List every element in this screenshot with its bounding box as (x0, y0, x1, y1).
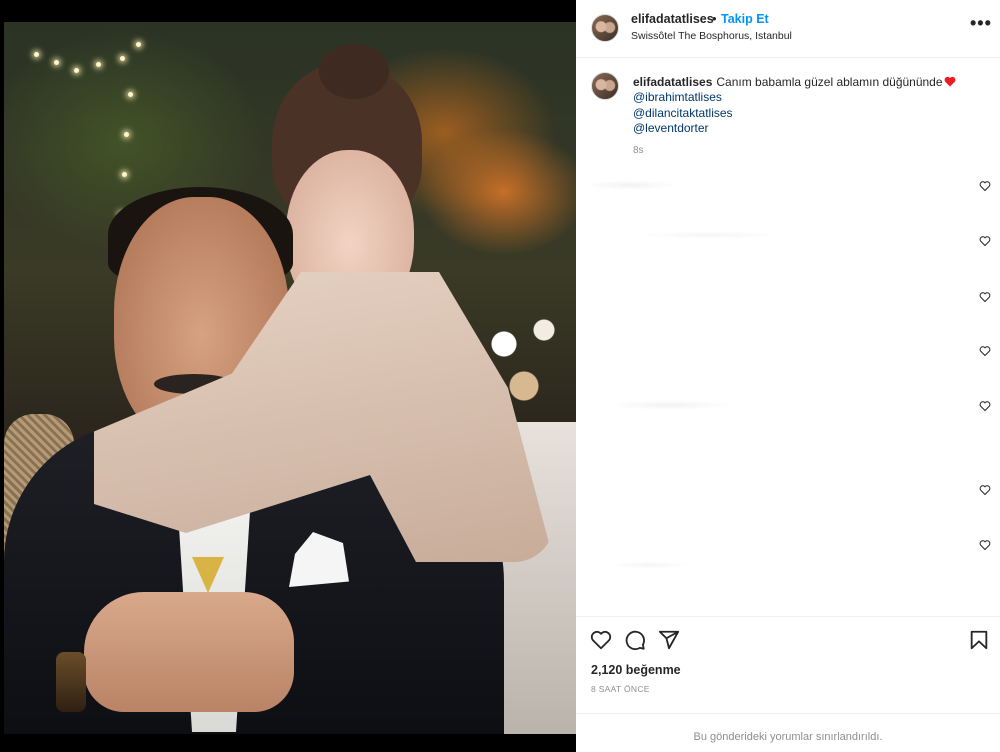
action-bar (576, 616, 1000, 662)
girl-hair-bun (319, 44, 389, 99)
comment-like-heart-icon[interactable] (979, 345, 991, 357)
post-photo[interactable] (4, 22, 576, 734)
caption-body: Canım babamla güzel ablamın düğününde (716, 75, 943, 89)
follow-button[interactable]: Takip Et (721, 12, 769, 26)
post-photo-panel (0, 0, 576, 752)
heart-icon[interactable] (590, 629, 612, 651)
post-sidebar: elifadatatlises • Takip Et Swissôtel The… (576, 0, 1000, 752)
blurred-comments (590, 165, 985, 615)
caption-avatar[interactable] (591, 72, 619, 100)
comment-like-heart-icon[interactable] (979, 180, 991, 192)
mention-link[interactable]: @dilancitaktatlises (633, 106, 983, 122)
post-username[interactable]: elifadatatlises (631, 12, 714, 26)
bookmark-icon[interactable] (968, 629, 990, 651)
comment-like-heart-icon[interactable] (979, 291, 991, 303)
comment-like-heart-icon[interactable] (979, 400, 991, 412)
likes-count[interactable]: 2,120 beğenme (591, 663, 681, 677)
post-time-ago: 8 SAAT ÖNCE (591, 684, 650, 694)
mention-link[interactable]: @ibrahimtatlises (633, 90, 983, 106)
comment-like-heart-icon[interactable] (979, 235, 991, 247)
wristwatch (56, 652, 86, 712)
red-heart-emoji (944, 76, 956, 87)
mention-link[interactable]: @leventdorter (633, 121, 983, 137)
separator-dot: • (712, 11, 717, 26)
avatar[interactable] (591, 14, 619, 42)
share-icon[interactable] (658, 629, 680, 651)
man-hand (84, 592, 294, 712)
caption-time: 8s (633, 144, 644, 156)
more-icon[interactable]: ••• (970, 14, 992, 32)
comment-icon[interactable] (624, 629, 646, 651)
comment-like-heart-icon[interactable] (979, 539, 991, 551)
caption-text: elifadatatlises Canım babamla güzel ablam… (633, 74, 983, 159)
caption-username[interactable]: elifadatatlises (633, 75, 712, 89)
post-location[interactable]: Swissôtel The Bosphorus, Istanbul (631, 30, 792, 42)
comment-like-heart-icon[interactable] (979, 484, 991, 496)
post-header: elifadatatlises • Takip Et Swissôtel The… (576, 0, 1000, 58)
comments-disabled-notice: Bu gönderideki yorumlar sınırlandırıldı. (576, 713, 1000, 752)
